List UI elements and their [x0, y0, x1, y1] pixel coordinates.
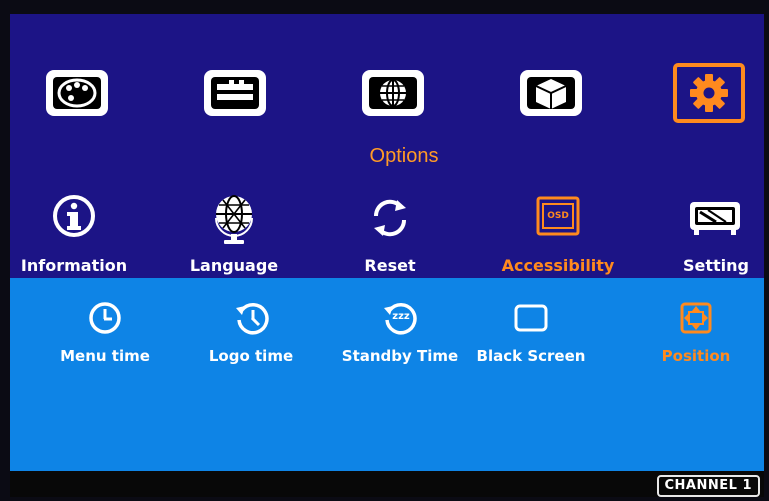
globe-window-icon	[362, 70, 424, 116]
3d-cube-icon	[520, 70, 582, 116]
globe-icon	[215, 195, 253, 244]
submenu-item-logo-time[interactable]: Logo time	[196, 300, 306, 372]
palette-icon	[46, 70, 108, 116]
menu-item-accessibility[interactable]: OSD Accessibility	[484, 192, 632, 276]
menu-item-information[interactable]: Information	[10, 192, 138, 276]
blank-screen-icon	[514, 304, 548, 332]
osd-screen: Options Information Language Reset OSD A…	[0, 0, 769, 501]
menu-item-label: Reset	[364, 256, 416, 275]
tab-3d[interactable]	[514, 62, 588, 124]
tab-network[interactable]	[356, 62, 430, 124]
position-move-icon	[680, 302, 712, 334]
menu-item-label: Setting	[683, 256, 749, 275]
input-source-icon	[204, 70, 266, 116]
submenu-item-label: Menu time	[60, 347, 150, 365]
submenu-item-standby-time[interactable]: zzz Standby Time	[332, 300, 468, 372]
status-bar: CHANNEL 1	[10, 471, 764, 497]
submenu-panel: Menu time Logo time zzz Standby Time Bla…	[10, 278, 764, 471]
refresh-icon	[373, 199, 407, 237]
menu-item-label: Information	[20, 256, 128, 275]
history-clock-icon	[236, 302, 269, 335]
menu-item-reset[interactable]: Reset	[350, 192, 430, 276]
clock-icon	[89, 302, 121, 334]
submenu-item-label: Black Screen	[476, 347, 586, 365]
sleep-icon-text: zzz	[392, 311, 410, 322]
submenu-item-black-screen[interactable]: Black Screen	[476, 300, 586, 372]
submenu-item-label: Position	[661, 347, 731, 365]
submenu-item-label: Standby Time	[341, 347, 459, 365]
menu-item-label: Language	[189, 256, 279, 275]
top-menu-panel: Options Information Language Reset OSD A…	[10, 14, 764, 278]
page-title: Options	[369, 145, 439, 167]
menu-item-label: Accessibility	[501, 256, 615, 275]
menu-item-language[interactable]: Language	[178, 192, 290, 276]
gear-icon	[673, 63, 745, 123]
submenu-item-menu-time[interactable]: Menu time	[50, 300, 160, 372]
device-setting-icon	[690, 202, 740, 235]
menu-item-setting[interactable]: Setting	[666, 192, 766, 276]
tab-picture[interactable]	[40, 62, 114, 124]
tab-input[interactable]	[198, 62, 272, 124]
submenu-item-label: Logo time	[208, 347, 294, 365]
info-icon	[53, 195, 95, 237]
submenu-item-position[interactable]: Position	[638, 300, 754, 372]
channel-indicator: CHANNEL 1	[656, 475, 760, 497]
osd-icon-text: OSD	[547, 211, 569, 221]
tab-options[interactable]	[672, 62, 746, 124]
